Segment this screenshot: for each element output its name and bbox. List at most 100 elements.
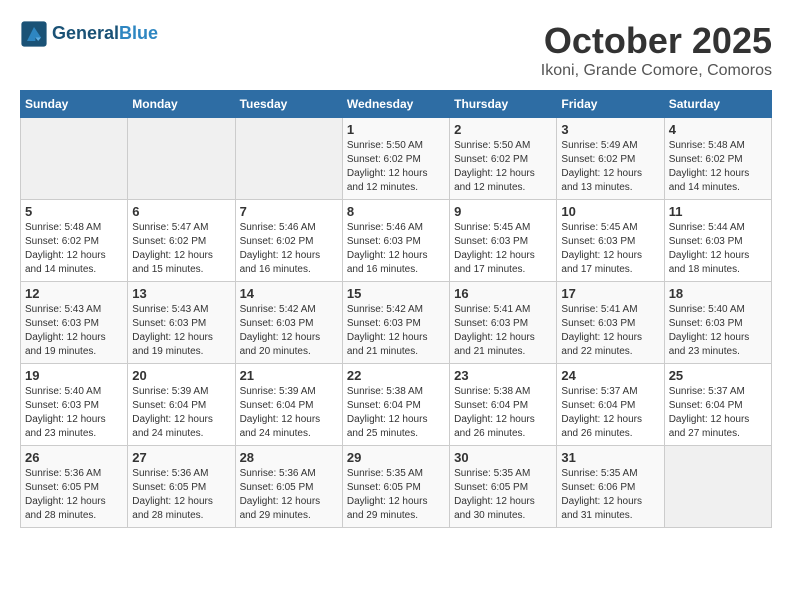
day-number: 1 (347, 122, 445, 137)
day-number: 31 (561, 450, 659, 465)
day-info: Sunrise: 5:48 AM Sunset: 6:02 PM Dayligh… (25, 221, 123, 277)
day-number: 19 (25, 368, 123, 383)
day-cell: 14Sunrise: 5:42 AM Sunset: 6:03 PM Dayli… (235, 282, 342, 364)
day-cell (664, 446, 771, 528)
day-number: 17 (561, 286, 659, 301)
day-cell: 31 Sunrise: 5:35 AM Sunset: 6:06 PM Dayli… (557, 446, 664, 528)
day-number: 5 (25, 204, 123, 219)
day-info: Sunrise: 5:43 AM Sunset: 6:03 PM Dayligh… (132, 303, 230, 359)
day-cell: 20 Sunrise: 5:39 AM Sunset: 6:04 PM Dayli… (128, 364, 235, 446)
calendar-table: SundayMondayTuesdayWednesdayThursdayFrid… (20, 90, 772, 528)
day-info: Sunrise: 5:44 AM Sunset: 6:03 PM Dayligh… (669, 221, 767, 277)
title-block: October 2025 Ikoni, Grande Comore, Comor… (541, 20, 772, 80)
day-cell: 17Sunrise: 5:41 AM Sunset: 6:03 PM Dayli… (557, 282, 664, 364)
day-cell: 2 Sunrise: 5:50 AM Sunset: 6:02 PM Daylig… (450, 118, 557, 200)
day-number: 8 (347, 204, 445, 219)
day-info: Sunrise: 5:42 AM Sunset: 6:03 PM Dayligh… (347, 303, 445, 359)
day-cell: 16Sunrise: 5:41 AM Sunset: 6:03 PM Dayli… (450, 282, 557, 364)
day-number: 10 (561, 204, 659, 219)
day-cell: 12 Sunrise: 5:43 AM Sunset: 6:03 PM Dayli… (21, 282, 128, 364)
logo-text-line1: GeneralBlue (52, 23, 158, 45)
day-number: 14 (240, 286, 338, 301)
day-info: Sunrise: 5:47 AM Sunset: 6:02 PM Dayligh… (132, 221, 230, 277)
location-text: Ikoni, Grande Comore, Comoros (541, 62, 772, 80)
day-cell: 29 Sunrise: 5:35 AM Sunset: 6:05 PM Dayli… (342, 446, 449, 528)
day-number: 16 (454, 286, 552, 301)
day-info: Sunrise: 5:39 AM Sunset: 6:04 PM Dayligh… (132, 385, 230, 441)
day-number: 2 (454, 122, 552, 137)
day-info: Sunrise: 5:48 AM Sunset: 6:02 PM Dayligh… (669, 139, 767, 195)
day-info: Sunrise: 5:37 AM Sunset: 6:04 PM Dayligh… (669, 385, 767, 441)
day-number: 11 (669, 204, 767, 219)
day-cell: 5 Sunrise: 5:48 AM Sunset: 6:02 PM Daylig… (21, 200, 128, 282)
day-number: 4 (669, 122, 767, 137)
day-info: Sunrise: 5:50 AM Sunset: 6:02 PM Dayligh… (454, 139, 552, 195)
day-number: 20 (132, 368, 230, 383)
day-info: Sunrise: 5:35 AM Sunset: 6:05 PM Dayligh… (454, 467, 552, 523)
header-row: SundayMondayTuesdayWednesdayThursdayFrid… (21, 91, 772, 118)
day-cell: 1 Sunrise: 5:50 AM Sunset: 6:02 PM Daylig… (342, 118, 449, 200)
col-header-friday: Friday (557, 91, 664, 118)
day-number: 3 (561, 122, 659, 137)
col-header-thursday: Thursday (450, 91, 557, 118)
day-info: Sunrise: 5:36 AM Sunset: 6:05 PM Dayligh… (240, 467, 338, 523)
day-cell (21, 118, 128, 200)
col-header-sunday: Sunday (21, 91, 128, 118)
col-header-monday: Monday (128, 91, 235, 118)
day-cell: 30Sunrise: 5:35 AM Sunset: 6:05 PM Dayli… (450, 446, 557, 528)
day-info: Sunrise: 5:43 AM Sunset: 6:03 PM Dayligh… (25, 303, 123, 359)
day-number: 9 (454, 204, 552, 219)
day-cell: 23Sunrise: 5:38 AM Sunset: 6:04 PM Dayli… (450, 364, 557, 446)
day-info: Sunrise: 5:39 AM Sunset: 6:04 PM Dayligh… (240, 385, 338, 441)
day-number: 21 (240, 368, 338, 383)
day-cell: 28 Sunrise: 5:36 AM Sunset: 6:05 PM Dayli… (235, 446, 342, 528)
page-header: GeneralBlue October 2025 Ikoni, Grande C… (20, 20, 772, 80)
col-header-saturday: Saturday (664, 91, 771, 118)
day-info: Sunrise: 5:38 AM Sunset: 6:04 PM Dayligh… (347, 385, 445, 441)
day-cell: 19Sunrise: 5:40 AM Sunset: 6:03 PM Dayli… (21, 364, 128, 446)
day-cell (128, 118, 235, 200)
col-header-tuesday: Tuesday (235, 91, 342, 118)
day-number: 24 (561, 368, 659, 383)
day-number: 6 (132, 204, 230, 219)
day-cell: 13Sunrise: 5:43 AM Sunset: 6:03 PM Dayli… (128, 282, 235, 364)
day-number: 25 (669, 368, 767, 383)
day-info: Sunrise: 5:46 AM Sunset: 6:03 PM Dayligh… (347, 221, 445, 277)
day-info: Sunrise: 5:45 AM Sunset: 6:03 PM Dayligh… (454, 221, 552, 277)
day-number: 18 (669, 286, 767, 301)
week-row-1: 1 Sunrise: 5:50 AM Sunset: 6:02 PM Daylig… (21, 118, 772, 200)
day-cell: 18 Sunrise: 5:40 AM Sunset: 6:03 PM Dayli… (664, 282, 771, 364)
day-number: 7 (240, 204, 338, 219)
day-info: Sunrise: 5:35 AM Sunset: 6:06 PM Dayligh… (561, 467, 659, 523)
day-cell: 10 Sunrise: 5:45 AM Sunset: 6:03 PM Dayli… (557, 200, 664, 282)
day-cell: 21 Sunrise: 5:39 AM Sunset: 6:04 PM Dayli… (235, 364, 342, 446)
day-info: Sunrise: 5:40 AM Sunset: 6:03 PM Dayligh… (669, 303, 767, 359)
day-info: Sunrise: 5:37 AM Sunset: 6:04 PM Dayligh… (561, 385, 659, 441)
week-row-4: 19Sunrise: 5:40 AM Sunset: 6:03 PM Dayli… (21, 364, 772, 446)
day-cell: 26Sunrise: 5:36 AM Sunset: 6:05 PM Dayli… (21, 446, 128, 528)
day-cell: 9 Sunrise: 5:45 AM Sunset: 6:03 PM Daylig… (450, 200, 557, 282)
day-cell: 25 Sunrise: 5:37 AM Sunset: 6:04 PM Dayli… (664, 364, 771, 446)
day-info: Sunrise: 5:36 AM Sunset: 6:05 PM Dayligh… (132, 467, 230, 523)
week-row-2: 5 Sunrise: 5:48 AM Sunset: 6:02 PM Daylig… (21, 200, 772, 282)
day-number: 27 (132, 450, 230, 465)
col-header-wednesday: Wednesday (342, 91, 449, 118)
day-number: 12 (25, 286, 123, 301)
day-cell: 6 Sunrise: 5:47 AM Sunset: 6:02 PM Daylig… (128, 200, 235, 282)
day-number: 26 (25, 450, 123, 465)
day-cell: 27 Sunrise: 5:36 AM Sunset: 6:05 PM Dayli… (128, 446, 235, 528)
day-number: 28 (240, 450, 338, 465)
logo-icon (20, 20, 48, 48)
day-cell: 3Sunrise: 5:49 AM Sunset: 6:02 PM Daylig… (557, 118, 664, 200)
day-cell: 7Sunrise: 5:46 AM Sunset: 6:02 PM Daylig… (235, 200, 342, 282)
day-info: Sunrise: 5:50 AM Sunset: 6:02 PM Dayligh… (347, 139, 445, 195)
day-number: 23 (454, 368, 552, 383)
day-cell (235, 118, 342, 200)
day-cell: 15Sunrise: 5:42 AM Sunset: 6:03 PM Dayli… (342, 282, 449, 364)
day-info: Sunrise: 5:35 AM Sunset: 6:05 PM Dayligh… (347, 467, 445, 523)
day-cell: 22Sunrise: 5:38 AM Sunset: 6:04 PM Dayli… (342, 364, 449, 446)
week-row-5: 26 Sunrise: 5:36 AM Sunset: 6:05 PM Dayli… (21, 446, 772, 528)
day-info: Sunrise: 5:45 AM Sunset: 6:03 PM Dayligh… (561, 221, 659, 277)
day-cell: 4 Sunrise: 5:48 AM Sunset: 6:02 PM Daylig… (664, 118, 771, 200)
day-number: 29 (347, 450, 445, 465)
